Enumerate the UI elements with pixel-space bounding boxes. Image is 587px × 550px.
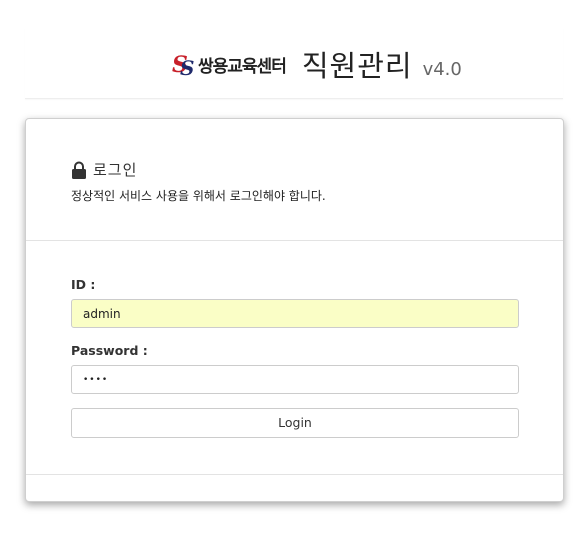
lock-icon [72,161,86,179]
id-input-value: admin [83,306,121,321]
login-description: 정상적인 서비스 사용을 위해서 로그인해야 합니다. [71,189,326,203]
login-panel: 로그인 정상적인 서비스 사용을 위해서 로그인해야 합니다. ID : adm… [25,118,564,502]
login-button[interactable]: Login [71,408,519,438]
page-header: S S 쌍용교육센터 직원관리 v4.0 [25,28,563,99]
id-input[interactable]: admin [71,299,519,328]
password-label: Password : [71,343,148,358]
svg-text:S: S [180,56,194,78]
id-label: ID : [71,277,96,292]
login-title-row: 로그인 [71,159,137,180]
login-panel-footer [26,474,563,475]
logo: S S 쌍용교육센터 [172,50,287,78]
page-title: 직원관리 [301,49,413,83]
brand: S S 쌍용교육센터 직원관리 v4.0 [172,44,462,84]
login-heading: 로그인 [93,161,138,179]
login-panel-header: 로그인 정상적인 서비스 사용을 위해서 로그인해야 합니다. [26,119,563,241]
version-label: v4.0 [422,58,462,80]
password-input-value: •••• [83,374,109,385]
logo-mark-icon: S S [172,52,194,78]
password-input[interactable]: •••• [71,365,519,394]
logo-text: 쌍용교육센터 [198,56,287,77]
